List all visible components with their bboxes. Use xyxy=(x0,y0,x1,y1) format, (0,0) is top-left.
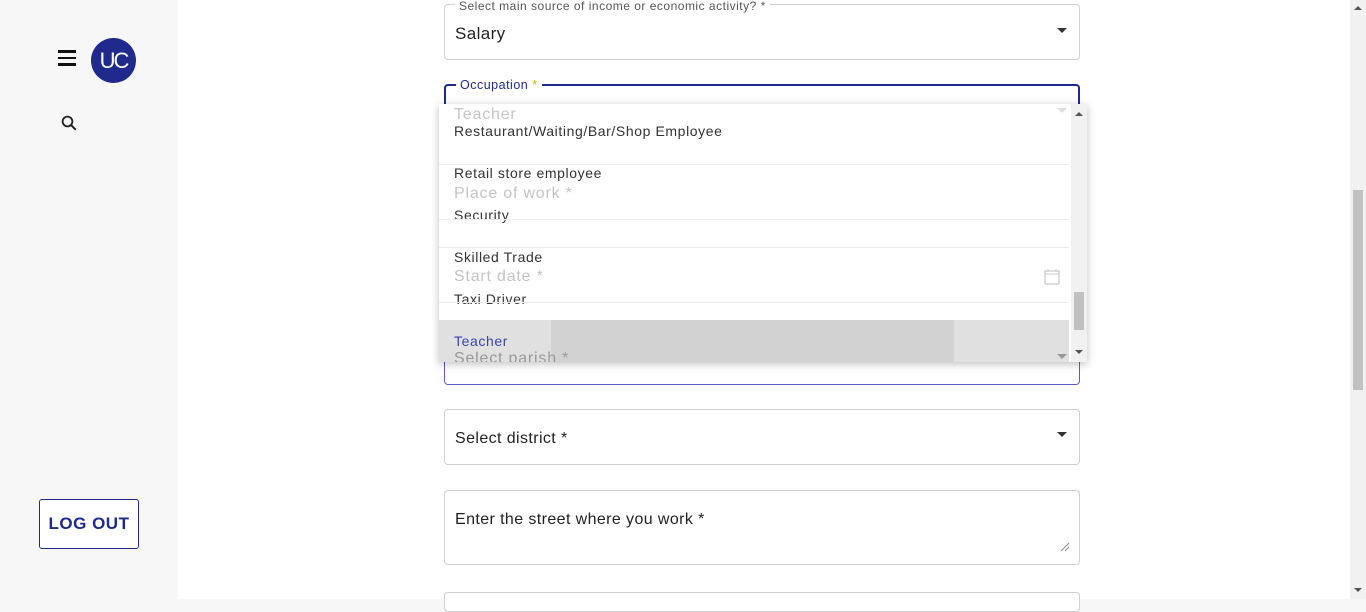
street-textarea[interactable]: Enter the street where you work * xyxy=(444,490,1080,565)
page-scrollbar[interactable] xyxy=(1350,0,1366,599)
chevron-down-icon xyxy=(1057,354,1067,359)
logout-button[interactable]: LOG OUT xyxy=(39,499,139,549)
calendar-icon[interactable] xyxy=(1044,268,1060,285)
district-select[interactable]: Select district * xyxy=(444,409,1080,465)
chevron-down-icon xyxy=(1057,432,1067,437)
occupation-label: Occupation * xyxy=(456,78,542,92)
chevron-down-icon xyxy=(1057,28,1067,33)
search-icon[interactable] xyxy=(60,114,78,132)
avatar[interactable]: UC xyxy=(91,38,136,83)
sidebar: UC LOG OUT xyxy=(0,0,178,599)
resize-handle-icon[interactable] xyxy=(1060,542,1070,552)
place-of-work-placeholder: Place of work * xyxy=(454,185,573,202)
page-scroll-thumb[interactable] xyxy=(1353,190,1363,390)
street-placeholder: Enter the street where you work * xyxy=(455,511,705,528)
divider xyxy=(439,247,1069,248)
scroll-down-icon[interactable] xyxy=(1075,350,1083,354)
dropdown-scrollbar[interactable] xyxy=(1071,104,1087,362)
option-restaurant[interactable]: Restaurant/Waiting/Bar/Shop Employee xyxy=(454,123,723,139)
district-placeholder: Select district * xyxy=(455,430,568,447)
income-source-select[interactable]: Select main source of income or economic… xyxy=(444,0,1080,60)
divider xyxy=(439,219,1069,220)
occupation-current-value: Teacher xyxy=(454,106,517,123)
income-source-label: Select main source of income or economic… xyxy=(455,0,770,13)
scroll-down-icon[interactable] xyxy=(1354,588,1362,592)
chevron-down-icon xyxy=(1057,108,1067,113)
dropdown-scroll-thumb[interactable] xyxy=(1074,292,1084,330)
hamburger-menu-icon[interactable] xyxy=(56,50,78,68)
start-date-placeholder: Start date * xyxy=(454,268,544,285)
option-taxi-driver[interactable]: Taxi Driver xyxy=(454,291,527,307)
income-source-value: Salary xyxy=(455,24,506,43)
parish-placeholder: Select parish * xyxy=(454,350,570,362)
option-retail[interactable]: Retail store employee xyxy=(454,165,602,181)
scroll-up-icon[interactable] xyxy=(1075,112,1083,116)
divider xyxy=(439,302,1069,303)
option-skilled-trade[interactable]: Skilled Trade xyxy=(454,249,543,265)
next-field[interactable] xyxy=(444,592,1080,612)
option-teacher[interactable]: Teacher xyxy=(454,333,508,349)
occupation-dropdown-list[interactable]: Teacher Restaurant/Waiting/Bar/Shop Empl… xyxy=(439,104,1087,362)
scroll-up-icon[interactable] xyxy=(1354,6,1362,10)
option-security[interactable]: Security xyxy=(454,207,509,223)
highlight-band xyxy=(551,320,954,362)
